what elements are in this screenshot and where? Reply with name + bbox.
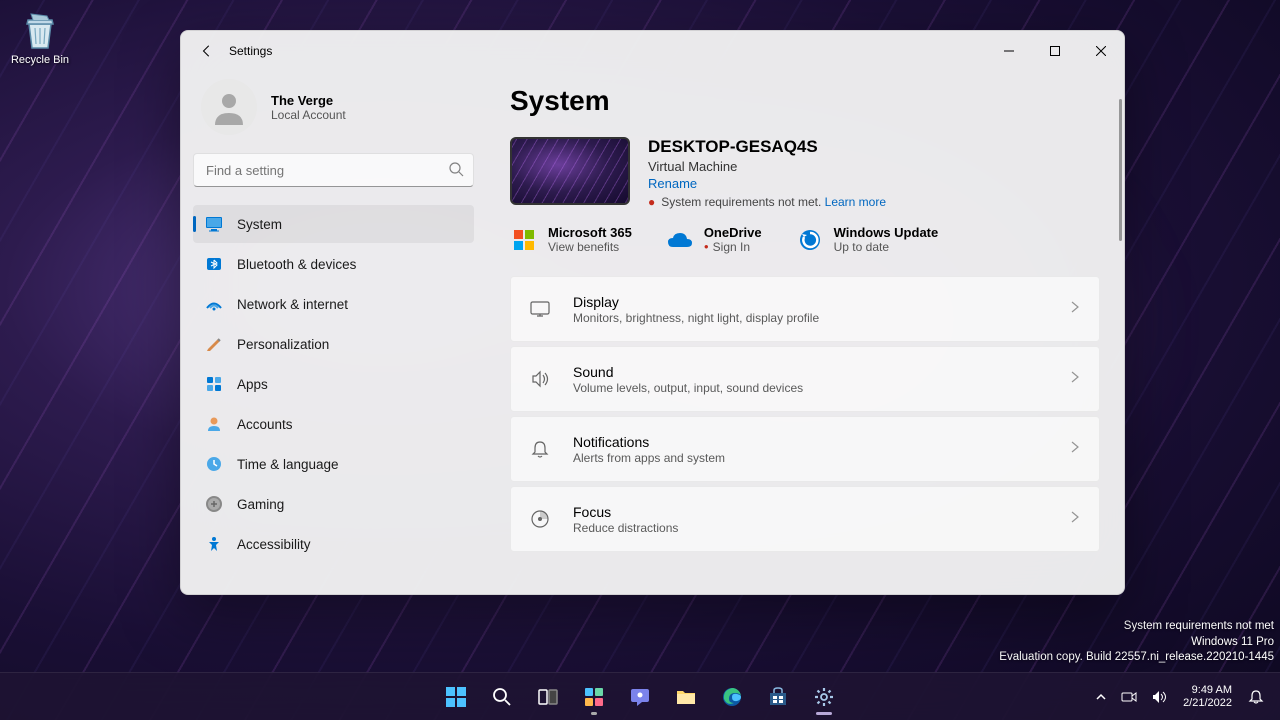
nav-label: Time & language (237, 457, 339, 472)
ms365-icon (510, 226, 538, 254)
chevron-right-icon (1069, 510, 1081, 528)
tray-volume[interactable] (1145, 685, 1173, 709)
card-sound[interactable]: SoundVolume levels, output, input, sound… (510, 346, 1100, 412)
profile-name: The Verge (271, 93, 346, 108)
quick-links: Microsoft 365View benefits OneDrive●Sign… (510, 225, 1100, 254)
search-icon[interactable] (448, 161, 464, 182)
taskbar-edge[interactable] (712, 677, 752, 717)
nav-label: Accounts (237, 417, 293, 432)
system-icon (205, 215, 223, 233)
card-notifications[interactable]: NotificationsAlerts from apps and system (510, 416, 1100, 482)
onedrive-icon (666, 226, 694, 254)
winupdate-icon (796, 226, 824, 254)
card-focus[interactable]: FocusReduce distractions (510, 486, 1100, 552)
nav-list: System Bluetooth & devices Network & int… (193, 205, 474, 563)
nav-apps[interactable]: Apps (193, 365, 474, 403)
pc-thumbnail[interactable] (510, 137, 630, 205)
chevron-right-icon (1069, 370, 1081, 388)
minimize-button[interactable] (986, 31, 1032, 71)
nav-bluetooth[interactable]: Bluetooth & devices (193, 245, 474, 283)
recycle-bin-icon (19, 10, 61, 52)
taskbar-chat[interactable] (620, 677, 660, 717)
settings-cards: DisplayMonitors, brightness, night light… (510, 276, 1100, 552)
sound-icon (529, 369, 551, 389)
page-title: System (510, 85, 1100, 117)
close-button[interactable] (1078, 31, 1124, 71)
accounts-icon (205, 415, 223, 433)
network-icon (205, 295, 223, 313)
start-button[interactable] (436, 677, 476, 717)
pc-info-block: DESKTOP-GESAQ4S Virtual Machine Rename ●… (510, 137, 1100, 209)
tray-overflow[interactable] (1089, 687, 1113, 707)
nav-label: Gaming (237, 497, 284, 512)
nav-label: System (237, 217, 282, 232)
nav-gaming[interactable]: Gaming (193, 485, 474, 523)
apps-icon (205, 375, 223, 393)
search-input[interactable] (193, 153, 474, 187)
chevron-right-icon (1069, 440, 1081, 458)
quick-onedrive[interactable]: OneDrive●Sign In (666, 225, 762, 254)
nav-label: Apps (237, 377, 268, 392)
search-box (193, 153, 474, 187)
taskbar-explorer[interactable] (666, 677, 706, 717)
desktop-watermark: System requirements not met Windows 11 P… (999, 619, 1274, 666)
display-icon (529, 299, 551, 319)
taskbar-widgets[interactable] (574, 677, 614, 717)
chevron-right-icon (1069, 300, 1081, 318)
bluetooth-icon (205, 255, 223, 273)
nav-label: Personalization (237, 337, 329, 352)
settings-window: Settings The Verge Local Account (180, 30, 1125, 595)
notifications-icon (529, 439, 551, 459)
personalization-icon (205, 335, 223, 353)
nav-label: Bluetooth & devices (237, 257, 356, 272)
system-tray: 9:49 AM 2/21/2022 (1089, 684, 1280, 709)
learn-more-link[interactable]: Learn more (825, 195, 886, 209)
pc-type: Virtual Machine (648, 159, 886, 174)
card-display[interactable]: DisplayMonitors, brightness, night light… (510, 276, 1100, 342)
back-button[interactable] (189, 33, 225, 69)
avatar (201, 79, 257, 135)
time-icon (205, 455, 223, 473)
tray-clock[interactable]: 9:49 AM 2/21/2022 (1175, 684, 1240, 709)
maximize-button[interactable] (1032, 31, 1078, 71)
taskbar-settings[interactable] (804, 677, 844, 717)
focus-icon (529, 509, 551, 529)
window-title: Settings (229, 44, 272, 58)
tray-notifications[interactable] (1242, 685, 1270, 709)
scrollbar-thumb[interactable] (1119, 99, 1122, 241)
profile-block[interactable]: The Verge Local Account (193, 71, 474, 153)
taskbar-search[interactable] (482, 677, 522, 717)
gaming-icon (205, 495, 223, 513)
taskbar-taskview[interactable] (528, 677, 568, 717)
nav-personalization[interactable]: Personalization (193, 325, 474, 363)
main-content: System DESKTOP-GESAQ4S Virtual Machine R… (486, 71, 1124, 594)
taskbar-store[interactable] (758, 677, 798, 717)
profile-subtitle: Local Account (271, 108, 346, 122)
nav-time[interactable]: Time & language (193, 445, 474, 483)
tray-meetnow[interactable] (1115, 685, 1143, 709)
nav-system[interactable]: System (193, 205, 474, 243)
accessibility-icon (205, 535, 223, 553)
pc-name: DESKTOP-GESAQ4S (648, 137, 886, 157)
taskbar: 9:49 AM 2/21/2022 (0, 672, 1280, 720)
rename-link[interactable]: Rename (648, 176, 697, 191)
nav-accounts[interactable]: Accounts (193, 405, 474, 443)
nav-accessibility[interactable]: Accessibility (193, 525, 474, 563)
sidebar: The Verge Local Account System Bluetooth… (181, 71, 486, 594)
nav-label: Network & internet (237, 297, 348, 312)
nav-network[interactable]: Network & internet (193, 285, 474, 323)
titlebar[interactable]: Settings (181, 31, 1124, 71)
recycle-bin[interactable]: Recycle Bin (10, 10, 70, 66)
system-req-text: ●System requirements not met. Learn more (648, 195, 886, 209)
quick-winupdate[interactable]: Windows UpdateUp to date (796, 225, 939, 254)
quick-microsoft365[interactable]: Microsoft 365View benefits (510, 225, 632, 254)
nav-label: Accessibility (237, 537, 311, 552)
recycle-bin-label: Recycle Bin (10, 54, 70, 66)
